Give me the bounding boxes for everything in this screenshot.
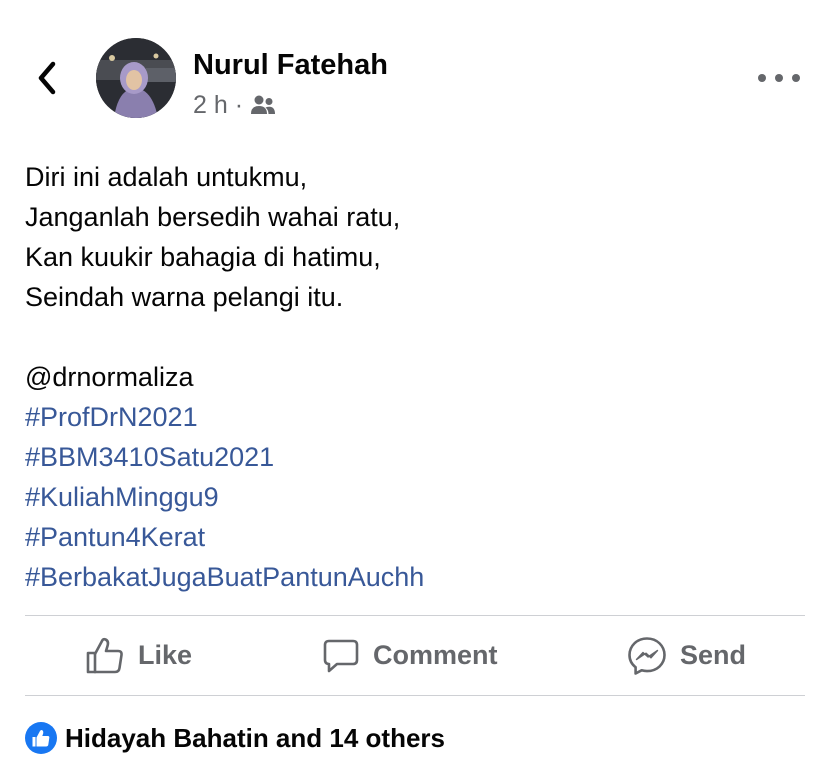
hashtag-link[interactable]: #ProfDrN2021 (25, 397, 805, 437)
messenger-icon (628, 636, 666, 675)
more-options-button[interactable] (758, 64, 800, 92)
verse-line: Diri ini adalah untukmu, (25, 162, 308, 192)
reactions-text: Hidayah Bahatin and 14 others (65, 722, 445, 753)
more-horizontal-icon (758, 74, 766, 82)
chevron-left-icon (38, 61, 56, 95)
action-bar: Like Comment Send (25, 616, 805, 695)
send-label: Send (680, 640, 747, 670)
verse-line: Janganlah bersedih wahai ratu, (25, 202, 401, 232)
comment-icon (323, 639, 359, 672)
verse-line: Seindah warna pelangi itu. (25, 282, 344, 312)
avatar[interactable] (96, 38, 176, 118)
hashtag-link[interactable]: #Pantun4Kerat (25, 517, 805, 557)
meta-separator: · (234, 90, 244, 119)
post-meta: 2 h · (193, 89, 276, 121)
like-reaction-icon (25, 722, 57, 754)
verse-line: Kan kuukir bahagia di hatimu, (25, 242, 381, 272)
thumbs-up-icon (86, 637, 123, 673)
like-label: Like (138, 640, 193, 670)
comment-button[interactable]: Comment (322, 616, 498, 695)
send-button[interactable]: Send (627, 616, 746, 695)
hashtag-link[interactable]: #BerbakatJugaBuatPantunAuchh (25, 557, 805, 597)
mention[interactable]: @drnormaliza (25, 357, 805, 397)
reactions-summary[interactable]: Hidayah Bahatin and 14 others (25, 718, 445, 758)
friends-icon[interactable] (250, 94, 276, 116)
author-name[interactable]: Nurul Fatehah (193, 49, 388, 82)
hashtag-link[interactable]: #BBM3410Satu2021 (25, 437, 805, 477)
profile-photo (96, 38, 176, 118)
like-button[interactable]: Like (85, 616, 192, 695)
post-timestamp[interactable]: 2 h (193, 91, 228, 120)
post-text: Diri ini adalah untukmu, Janganlah berse… (25, 157, 805, 597)
comment-label: Comment (373, 640, 498, 670)
back-button[interactable] (30, 58, 64, 98)
hashtag-link[interactable]: #KuliahMinggu9 (25, 477, 805, 517)
divider-bottom (25, 695, 805, 696)
